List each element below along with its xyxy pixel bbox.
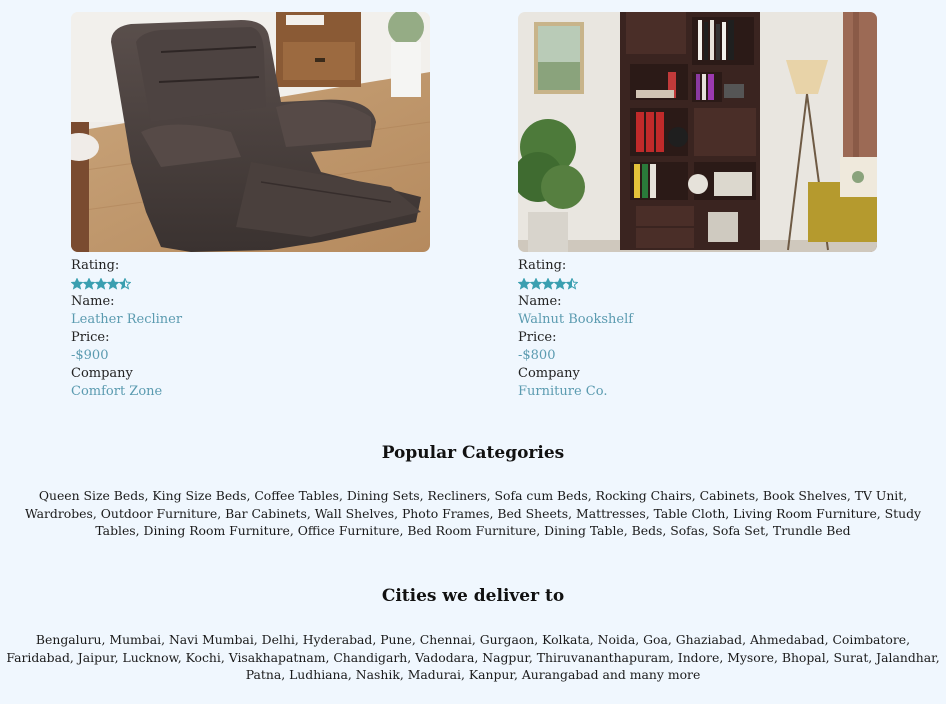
star-full-icon: [530, 278, 542, 290]
star-full-icon: [542, 278, 554, 290]
star-half-icon: [119, 278, 131, 290]
star-full-icon: [71, 278, 83, 290]
product-company: Furniture Co.: [518, 384, 608, 399]
cities-list: Bengaluru, Mumbai, Navi Mumbai, Delhi, H…: [6, 632, 940, 682]
product-image-bookshelf[interactable]: [518, 12, 877, 252]
rating-label: Rating:: [518, 258, 567, 273]
product-price: -$800: [518, 348, 556, 363]
rating-label: Rating:: [71, 258, 120, 273]
price-label: Price:: [518, 330, 557, 345]
star-full-icon: [554, 278, 566, 290]
star-full-icon: [518, 278, 530, 290]
product-list: Rating: Name: Leather Recliner Price: -$…: [0, 12, 946, 412]
popular-categories-section: Popular Categories Queen Size Beds, King…: [0, 443, 946, 540]
popular-categories-title: Popular Categories: [381, 443, 565, 463]
price-label: Price:: [71, 330, 110, 345]
product-price: -$900: [71, 348, 109, 363]
company-label: Company: [71, 366, 133, 381]
name-label: Name:: [518, 294, 562, 309]
company-label: Company: [518, 366, 580, 381]
popular-categories-list: Queen Size Beds, King Size Beds, Coffee …: [24, 488, 922, 538]
product-card[interactable]: Rating: Name: Leather Recliner Price: -$…: [71, 12, 431, 401]
name-label: Name:: [71, 294, 115, 309]
product-company: Comfort Zone: [71, 384, 163, 399]
product-name[interactable]: Walnut Bookshelf: [518, 311, 878, 329]
product-card[interactable]: Rating: Name: Walnut Bookshelf Price: -$…: [518, 12, 878, 401]
rating-stars: [518, 275, 878, 293]
product-name[interactable]: Leather Recliner: [71, 311, 431, 329]
cities-section: Cities we deliver to Bengaluru, Mumbai, …: [0, 586, 946, 684]
star-full-icon: [107, 278, 119, 290]
star-full-icon: [83, 278, 95, 290]
star-full-icon: [95, 278, 107, 290]
product-image-recliner[interactable]: [71, 12, 430, 252]
cities-title: Cities we deliver to: [381, 586, 565, 606]
star-half-icon: [566, 278, 578, 290]
rating-stars: [71, 275, 431, 293]
